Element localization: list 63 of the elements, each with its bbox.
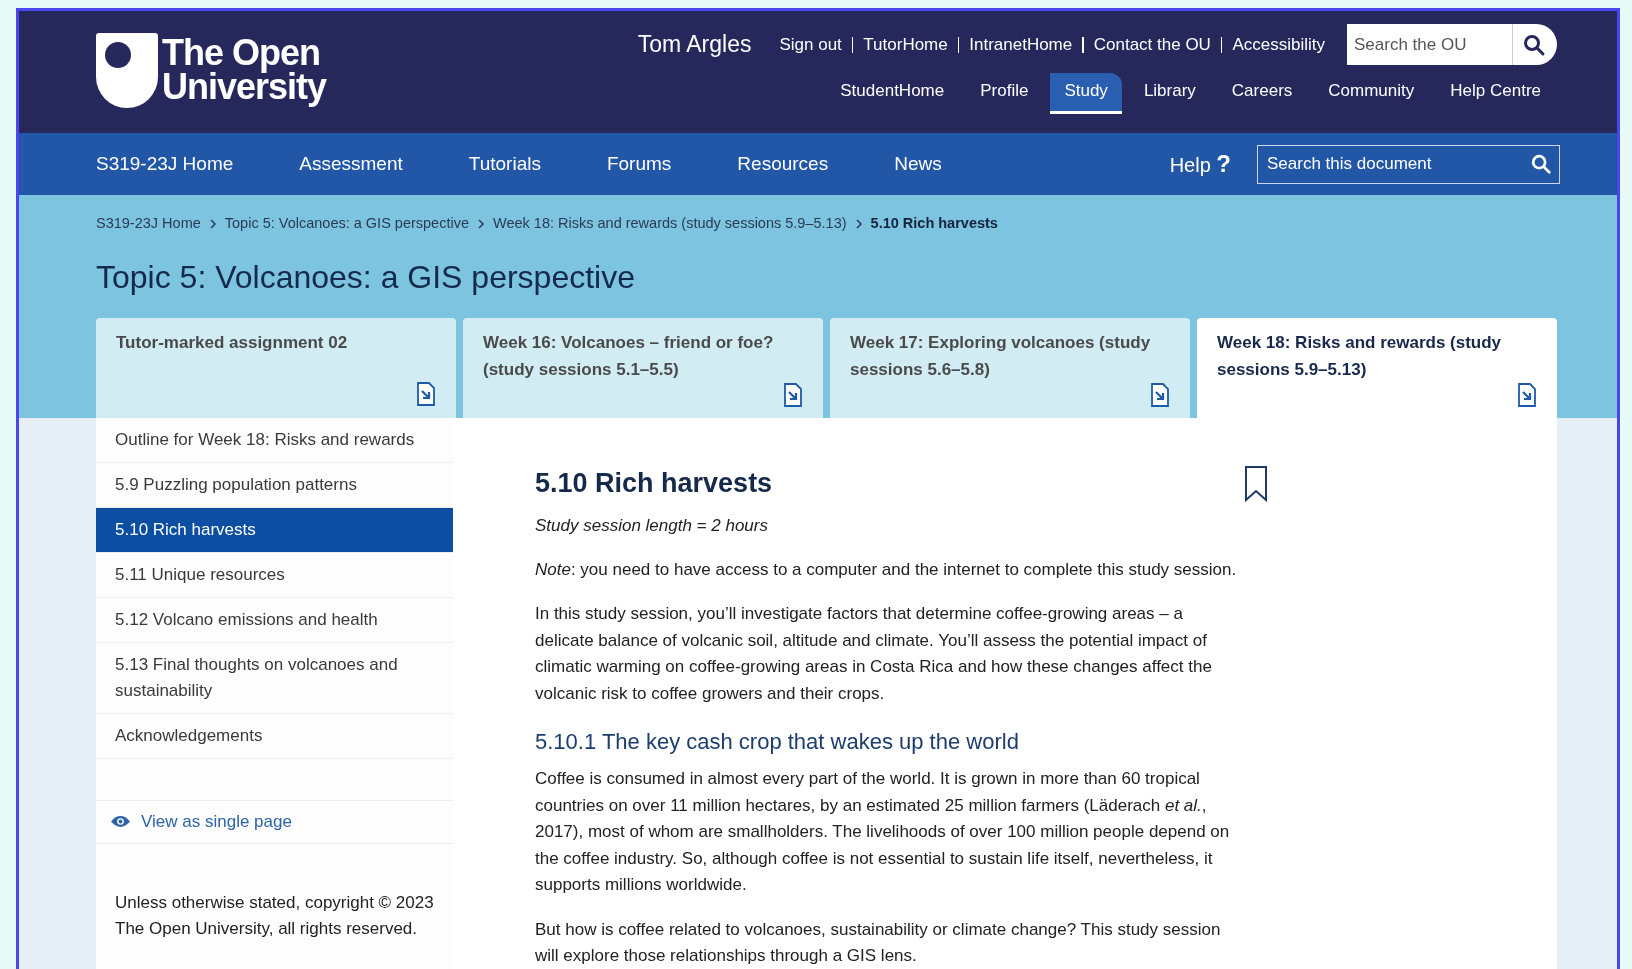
top-link[interactable]: TutorHome — [863, 31, 948, 58]
document-search-field[interactable]: Search this document — [1257, 144, 1560, 184]
week-tab[interactable]: Tutor-marked assignment 02 — [96, 317, 456, 418]
sidebar-item[interactable]: 5.10 Rich harvests — [96, 507, 453, 553]
chevron-right-icon — [854, 218, 863, 229]
course-nav-link[interactable]: News — [894, 149, 942, 179]
main-nav-tab[interactable]: Study — [1050, 73, 1122, 114]
week-tab[interactable]: Week 18: Risks and rewards (study sessions 5.9–5.13) — [1197, 317, 1557, 418]
sidebar-item[interactable]: 5.12 Volcano emissions and health — [96, 597, 453, 643]
course-nav-link[interactable]: Tutorials — [468, 149, 541, 179]
shield-logo-icon — [96, 32, 158, 108]
top-link[interactable]: IntranetHome — [969, 31, 1073, 58]
tab-label: Tutor-marked assignment 02 — [116, 331, 349, 354]
document-arrow-icon — [416, 381, 436, 406]
copyright-notice: Unless otherwise stated, copyright © 2023 The Open University, all rights reserved. — [114, 891, 435, 941]
chevron-right-icon — [477, 218, 485, 229]
body-paragraph: Coffee is consumed in almost every part of the world. It is grown in more than 60 tropical countries on over 11 million hectares, by an estimated 25 million farmers (Läderach et al., 2017), most of whom are smallholders. The livelihoods of over 100 million people depend on the coffee industry. So, although coffee is not essential to sustain life itself, nevertheless, it supports millions worldwide. — [535, 768, 1231, 897]
help-link[interactable]: Help ? — [1169, 146, 1231, 182]
breadcrumb-link[interactable]: Week 18: Risks and rewards (study sessions 5.9–5.13) — [493, 213, 847, 235]
section-heading: 5.10 Rich harvests — [535, 466, 773, 500]
search-icon — [1522, 32, 1546, 57]
site-search-field[interactable]: Search the OU — [1347, 24, 1557, 65]
main-nav-tab[interactable]: Careers — [1217, 73, 1307, 114]
body-paragraph: But how is coffee related to volcanoes, sustainability or climate change? This study session will explore those relationships through a GIS lens. — [535, 918, 1222, 968]
user-name: Tom Argles — [637, 30, 752, 60]
sidebar-item[interactable]: 5.9 Puzzling population patterns — [96, 462, 453, 508]
course-nav-link[interactable]: Forums — [606, 149, 672, 179]
main-nav-tab[interactable]: Library — [1129, 73, 1210, 114]
top-link[interactable]: Contact the OU — [1093, 31, 1211, 58]
tab-label: Week 18: Risks and rewards (study sessions 5.9–5.13) — [1217, 331, 1503, 381]
main-nav-tab[interactable]: Help Centre — [1436, 73, 1555, 114]
breadcrumb-link[interactable]: Topic 5: Volcanoes: a GIS perspective — [224, 213, 469, 235]
breadcrumb-link[interactable]: S319-23J Home — [96, 213, 201, 235]
main-nav-tab[interactable]: StudentHome — [826, 73, 959, 114]
tab-label: Week 17: Exploring volcanoes (study sessions 5.6–5.8) — [850, 331, 1152, 381]
main-nav-tab[interactable]: Community — [1314, 73, 1429, 114]
body-paragraph: Note: you need to have access to a computer and the internet to complete this study session. — [535, 558, 1238, 581]
top-link[interactable]: Sign out — [779, 31, 842, 58]
sidebar-item[interactable]: 5.13 Final thoughts on volcanoes and sustainability — [96, 642, 453, 714]
week-tab[interactable]: Week 16: Volcanoes – friend or foe? (study sessions 5.1–5.5) — [463, 317, 823, 418]
sidebar-item[interactable]: Acknowledgements — [96, 713, 453, 759]
sidebar-item[interactable]: 5.11 Unique resources — [96, 552, 453, 598]
sidebar-item[interactable]: Outline for Week 18: Risks and rewards — [96, 417, 453, 463]
course-nav-link[interactable]: Assessment — [299, 149, 403, 179]
week-tab[interactable]: Week 17: Exploring volcanoes (study sessions 5.6–5.8) — [830, 317, 1190, 418]
document-arrow-icon — [1517, 382, 1537, 407]
top-link[interactable]: Accessibility — [1232, 31, 1325, 58]
document-arrow-icon — [1150, 382, 1170, 407]
page-title: Topic 5: Volcanoes: a GIS perspective — [96, 257, 636, 297]
course-nav-link[interactable]: S319-23J Home — [96, 149, 234, 179]
document-arrow-icon — [783, 382, 803, 407]
chevron-right-icon — [208, 218, 217, 229]
session-length: Study session length = 2 hours — [535, 515, 769, 538]
breadcrumb-current-page: 5.10 Rich harvests — [870, 214, 998, 233]
bookmark-icon[interactable] — [1244, 465, 1268, 502]
course-nav-link[interactable]: Resources — [737, 149, 829, 179]
body-paragraph: In this study session, you’ll investigate factors that determine coffee-growing areas – a delicate balance of volcanic soil, altitude and climate. You’ll assess the potential impact of climatic warming on coffee-growing areas in Costa Rica and how these changes affect the volcanic risk to coffee growers and their crops. — [535, 603, 1213, 705]
main-nav-tab[interactable]: Profile — [966, 73, 1043, 114]
eye-icon — [111, 815, 130, 829]
search-icon — [1530, 152, 1552, 175]
subsection-heading: 5.10.1 The key cash crop that wakes up the world — [535, 728, 1020, 757]
tab-label: Week 16: Volcanoes – friend or foe? (study sessions 5.1–5.5) — [483, 331, 775, 381]
single-page-link[interactable]: View as single page — [96, 800, 453, 844]
